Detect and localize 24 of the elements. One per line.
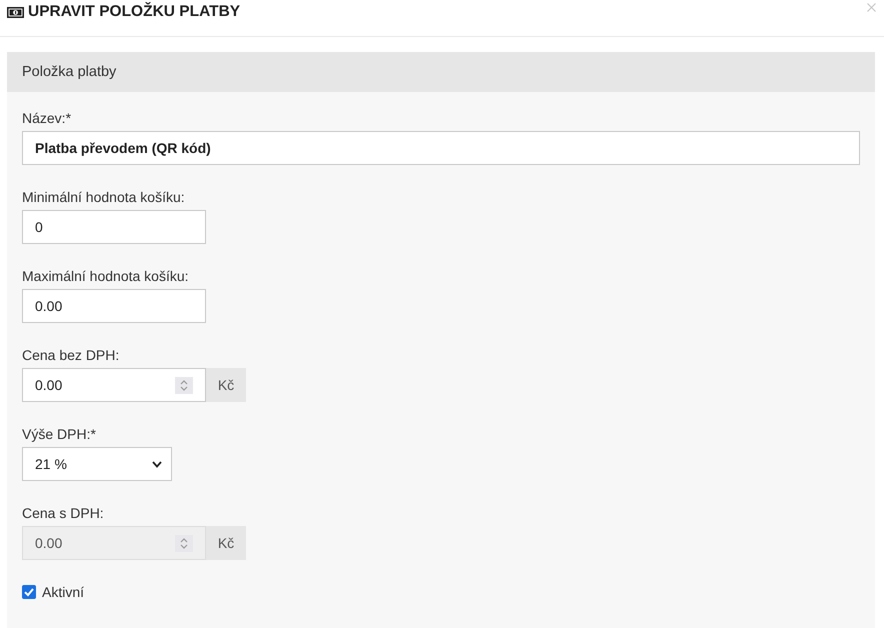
currency-addon: Kč: [206, 368, 246, 402]
dialog-title: UPRAVIT POLOŽKU PLATBY: [28, 2, 240, 22]
text-input[interactable]: 0.00: [22, 289, 206, 323]
input-value: 0.00: [35, 535, 62, 551]
input-value: 0.00: [35, 377, 62, 393]
field-label: Maximální hodnota košíku:: [22, 267, 189, 286]
chevron-down-icon: [152, 460, 162, 468]
text-input[interactable]: 0: [22, 210, 206, 244]
field-label: Výše DPH:*: [22, 425, 96, 444]
select-value: 21 %: [35, 456, 67, 472]
checkbox-label[interactable]: Aktivní: [42, 582, 84, 602]
panel-title: Položka platby: [22, 64, 116, 80]
field-label: Cena s DPH:: [22, 504, 104, 523]
close-icon[interactable]: [867, 3, 876, 12]
vat-select[interactable]: 21 %: [22, 447, 172, 481]
spinner-icon[interactable]: [175, 376, 193, 394]
field-label: Cena bez DPH:: [22, 346, 120, 365]
name-input[interactable]: Platba převodem (QR kód): [22, 131, 860, 165]
banknote-icon: [7, 6, 24, 18]
checkbox[interactable]: [22, 585, 36, 599]
field-label: Název:*: [22, 109, 72, 128]
number-input[interactable]: 0.00: [22, 368, 206, 402]
field-label: Minimální hodnota košíku:: [22, 188, 185, 207]
currency-addon: Kč: [206, 526, 246, 560]
